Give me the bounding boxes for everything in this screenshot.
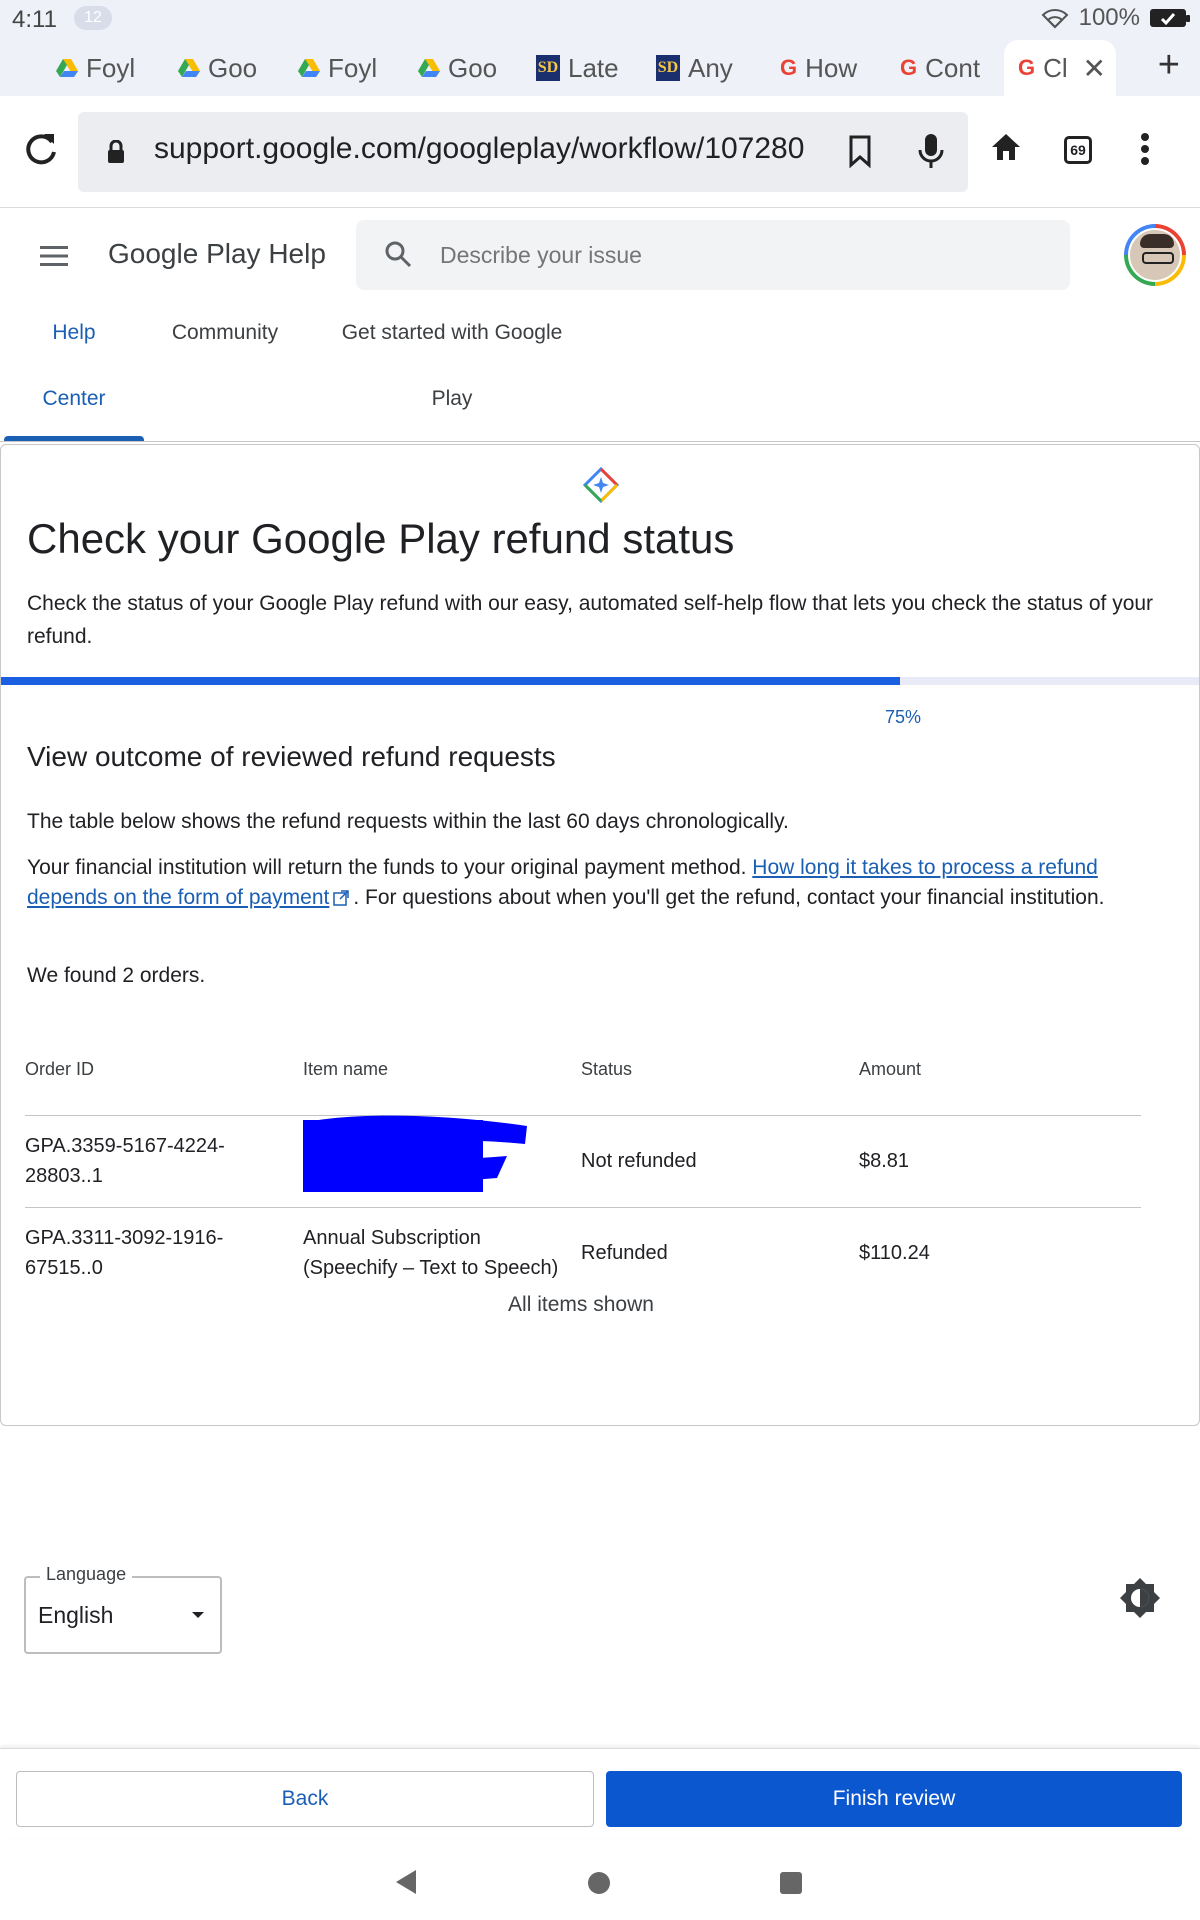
redaction-scribble — [303, 1115, 527, 1192]
sparkle-icon — [583, 467, 619, 503]
progress-bar — [1, 677, 1199, 685]
more-options-icon[interactable] — [1140, 132, 1150, 166]
finish-review-button[interactable]: Finish review — [606, 1771, 1182, 1827]
status-bar: 4:11 12 100% — [0, 0, 1200, 38]
order-id-cell: GPA.3311-3092-1916-67515..0 — [25, 1227, 224, 1280]
clock: 4:11 — [12, 6, 57, 33]
table-header-row: Order ID Item name Status Amount — [25, 1025, 1141, 1116]
google-g-icon: G — [780, 55, 798, 80]
google-g-icon: G — [1018, 55, 1036, 80]
language-value: English — [38, 1602, 114, 1628]
browser-tab-active[interactable]: G Cl ✕ — [1004, 40, 1116, 96]
external-link-icon — [333, 890, 350, 907]
recents-nav-icon[interactable] — [780, 1872, 802, 1894]
wifi-icon — [1041, 9, 1069, 29]
column-header-order-id: Order ID — [25, 1025, 303, 1116]
nav-tabs: Help Center Community Get started with G… — [0, 300, 1200, 442]
new-tab-button[interactable]: + — [1158, 44, 1180, 87]
order-id-cell: GPA.3359-5167-4224-28803..1 — [25, 1115, 303, 1208]
table-row: GPA.3359-5167-4224-28803..1 Not refunded… — [25, 1115, 1141, 1208]
search-icon — [385, 241, 412, 268]
reload-icon[interactable] — [22, 130, 60, 168]
status-cell: Not refunded — [581, 1115, 859, 1208]
orders-found-text: We found 2 orders. — [27, 964, 206, 987]
address-bar[interactable]: support.google.com/googleplay/workflow/1… — [78, 112, 968, 192]
search-input[interactable] — [440, 238, 1040, 272]
table-description: The table below shows the refund request… — [27, 810, 789, 833]
menu-icon[interactable] — [40, 246, 68, 266]
help-center-title[interactable]: Google Play Help — [108, 238, 326, 270]
google-drive-icon — [298, 59, 320, 77]
close-icon[interactable]: ✕ — [1083, 52, 1106, 85]
refund-status-card: Check your Google Play refund status Che… — [0, 444, 1200, 1426]
language-select[interactable]: Language English — [24, 1564, 222, 1654]
sd-icon: SD — [656, 55, 680, 81]
tab-get-started[interactable]: Get started with Google Play — [322, 300, 582, 432]
browser-tab[interactable]: G Cont — [900, 46, 1000, 90]
notification-count-badge: 12 — [74, 6, 112, 30]
all-items-shown-text: All items shown — [508, 1293, 654, 1316]
refund-table: Order ID Item name Status Amount GPA.335… — [25, 1025, 1141, 1299]
section-title: View outcome of reviewed refund requests — [27, 741, 556, 772]
browser-tab[interactable]: Foyl — [56, 46, 156, 90]
item-name-cell: Annual Subscription (Speechify – Text to… — [303, 1227, 559, 1280]
status-cell: Refunded — [581, 1242, 668, 1265]
page-title: Check your Google Play refund status — [27, 515, 735, 562]
action-bar: Back Finish review — [0, 1748, 1200, 1838]
google-drive-icon — [418, 59, 440, 77]
search-box[interactable] — [356, 220, 1070, 290]
dark-mode-icon[interactable] — [1118, 1576, 1162, 1620]
progress-percent: 75% — [885, 707, 922, 727]
progress-fill — [1, 677, 900, 685]
intro-text: Check the status of your Google Play ref… — [27, 592, 1154, 648]
financial-institution-note: Your financial institution will return t… — [27, 856, 1105, 909]
system-navigation-bar — [0, 1840, 1200, 1920]
amount-cell: $110.24 — [859, 1242, 930, 1265]
battery-percent: 100% — [1078, 4, 1140, 31]
browser-tab[interactable]: SD Any — [656, 46, 756, 90]
lock-icon — [108, 140, 124, 163]
browser-tab[interactable]: Goo — [178, 46, 278, 90]
tab-switcher-button[interactable]: 69 — [1064, 136, 1092, 164]
active-tab-indicator — [4, 436, 144, 441]
google-drive-icon — [178, 59, 200, 77]
browser-toolbar: support.google.com/googleplay/workflow/1… — [0, 96, 1200, 208]
bookmark-icon[interactable] — [848, 134, 872, 168]
browser-tab[interactable]: SD Late — [536, 46, 636, 90]
tab-community[interactable]: Community — [150, 300, 300, 366]
column-header-item-name: Item name — [303, 1025, 581, 1116]
battery-icon — [1150, 9, 1190, 27]
avatar[interactable] — [1124, 224, 1186, 286]
column-header-status: Status — [581, 1025, 859, 1116]
item-name-cell-redacted — [303, 1115, 581, 1208]
browser-tab-strip: Foyl Goo Foyl Goo SD Late SD Any G How G… — [0, 38, 1200, 96]
home-icon[interactable] — [990, 132, 1022, 162]
table-row: GPA.3311-3092-1916-67515..0 Annual Subsc… — [25, 1207, 1141, 1299]
browser-tab[interactable]: Goo — [418, 46, 518, 90]
amount-cell: $8.81 — [859, 1115, 1141, 1208]
url-text[interactable]: support.google.com/googleplay/workflow/1… — [154, 132, 894, 166]
dropdown-caret-icon — [192, 1612, 204, 1618]
back-nav-icon[interactable] — [396, 1870, 416, 1894]
home-nav-icon[interactable] — [588, 1872, 610, 1894]
column-header-amount: Amount — [859, 1025, 1141, 1116]
back-button[interactable]: Back — [16, 1771, 594, 1827]
google-g-icon: G — [900, 55, 918, 80]
avatar-photo — [1128, 228, 1182, 282]
browser-tab[interactable]: G How — [780, 46, 880, 90]
help-header: Google Play Help — [0, 208, 1200, 300]
google-drive-icon — [56, 59, 78, 77]
microphone-icon[interactable] — [918, 132, 944, 170]
browser-tab[interactable]: Foyl — [298, 46, 398, 90]
sd-icon: SD — [536, 55, 560, 81]
tab-help-center[interactable]: Help Center — [20, 300, 128, 432]
language-label: Language — [40, 1564, 133, 1585]
